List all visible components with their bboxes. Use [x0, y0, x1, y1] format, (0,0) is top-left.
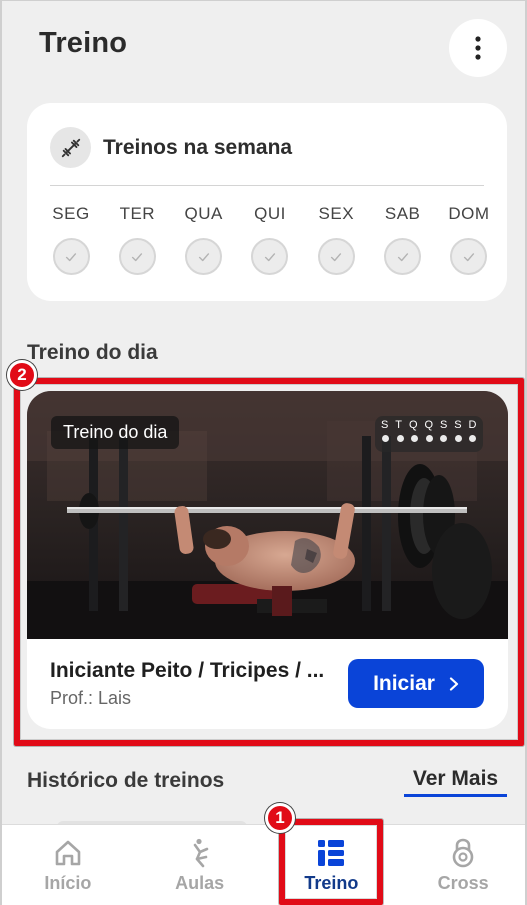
week-days: SEG TER QUA QUI SEX SAB DOM: [45, 204, 495, 275]
day-dom: DOM: [443, 204, 495, 275]
week-title: Treinos na semana: [103, 135, 293, 159]
see-more-link[interactable]: Ver Mais: [404, 767, 507, 797]
check-icon: [450, 238, 488, 275]
home-icon: [55, 840, 81, 866]
check-icon: [384, 238, 422, 275]
day-label: QUA: [184, 204, 223, 223]
divider: [50, 185, 484, 186]
stretch-icon: [193, 838, 208, 868]
dumbbell-icon: [50, 127, 91, 168]
day-qui: QUI: [244, 204, 296, 275]
kettlebell-icon: [452, 838, 474, 868]
annotation-box-nav: [279, 819, 383, 905]
page-title: Treino: [39, 27, 128, 59]
app-screen: Treino Treinos na semana SEG TER QUA QUI…: [0, 0, 527, 905]
history-section-title: Histórico de treinos: [27, 769, 225, 792]
check-icon: [317, 238, 355, 275]
day-qua: QUA: [178, 204, 230, 275]
week-header: Treinos na semana: [50, 127, 292, 168]
nav-aulas[interactable]: Aulas: [134, 825, 266, 905]
nav-inicio[interactable]: Início: [2, 825, 134, 905]
day-label: SEG: [52, 204, 90, 223]
bottom-nav: Início Aulas Treino Cross: [2, 824, 525, 905]
day-seg: SEG: [45, 204, 97, 275]
day-sab: SAB: [377, 204, 429, 275]
annotation-box-workout: [14, 378, 524, 746]
more-vertical-icon: [475, 36, 481, 60]
check-icon: [52, 238, 90, 275]
today-section-title: Treino do dia: [27, 341, 158, 364]
nav-label: Cross: [437, 873, 489, 893]
check-icon: [185, 238, 223, 275]
more-options-button[interactable]: [449, 19, 507, 77]
day-label: SAB: [384, 204, 421, 223]
nav-label: Aulas: [175, 873, 225, 893]
nav-cross[interactable]: Cross: [397, 825, 525, 905]
day-label: SEX: [318, 204, 355, 223]
day-ter: TER: [111, 204, 163, 275]
day-label: TER: [119, 204, 156, 223]
check-icon: [251, 238, 289, 275]
annotation-badge-2: 2: [7, 360, 37, 390]
check-icon: [118, 238, 156, 275]
day-label: DOM: [448, 204, 490, 223]
day-sex: SEX: [310, 204, 362, 275]
weekly-workouts-card: Treinos na semana SEG TER QUA QUI SEX SA…: [27, 103, 507, 301]
day-label: QUI: [254, 204, 286, 223]
nav-label: Início: [44, 873, 92, 893]
annotation-badge-1: 1: [265, 803, 295, 833]
